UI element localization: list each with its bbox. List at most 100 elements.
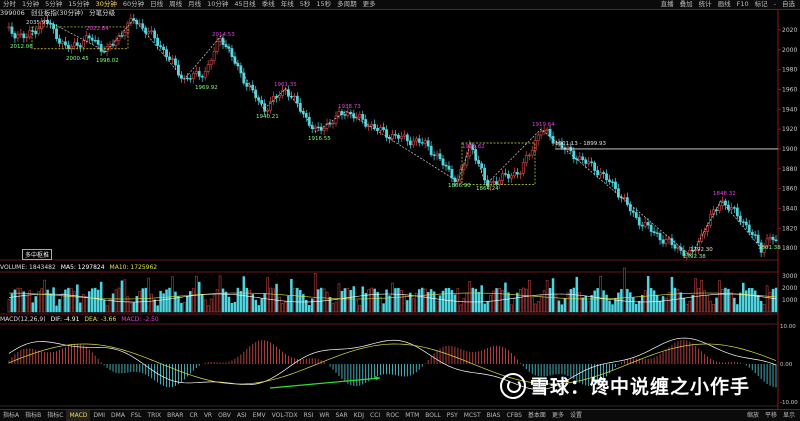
macd-value: MACD: -2.50	[121, 316, 159, 323]
volume-bar	[480, 285, 483, 313]
timeframe-tab[interactable]: 日线	[147, 0, 166, 9]
indicator-tab[interactable]: TRIX	[144, 410, 164, 421]
indicator-tab[interactable]: 指标A	[0, 410, 22, 421]
indicator-tab[interactable]: ROC	[383, 410, 402, 421]
volume-bar	[765, 285, 769, 313]
volume-bar	[147, 277, 150, 313]
volume-bar	[313, 273, 317, 313]
indicator-tab[interactable]: ASI	[234, 410, 250, 421]
indicator-tab[interactable]: 指标C	[44, 410, 66, 421]
volume-bar	[471, 287, 475, 313]
timeframe-tab[interactable]: 月线	[185, 0, 204, 9]
volume-bar	[762, 303, 766, 313]
bottom-right-button[interactable]: 显示	[780, 410, 798, 421]
indicator-tab[interactable]: DMI	[90, 410, 108, 421]
volume-bar	[37, 291, 40, 313]
candle-body	[721, 200, 724, 206]
macd-tick-label: -10.00	[780, 400, 798, 406]
indicator-tab[interactable]: WR	[316, 410, 332, 421]
indicator-tab[interactable]: BOLL	[422, 410, 443, 421]
timeframe-tab[interactable]: 更多	[360, 0, 379, 9]
timeframe-tab[interactable]: 10分钟	[204, 0, 231, 9]
candle-body	[188, 78, 192, 80]
indicator-tab[interactable]: BRAR	[164, 410, 186, 421]
toolbar-right-button[interactable]: 直播	[658, 0, 677, 9]
indicator-tab[interactable]: CR	[186, 410, 200, 421]
indicator-tab[interactable]: 设置	[567, 410, 585, 421]
indicator-tab[interactable]: VOL-TDX	[269, 410, 301, 421]
bottom-right-button[interactable]: 缩放	[744, 410, 762, 421]
toolbar-right-button[interactable]: 自选	[779, 0, 798, 9]
toolbar-right-button[interactable]: F10	[734, 0, 752, 9]
indicator-tab[interactable]: RSI	[301, 410, 317, 421]
volume-bar	[281, 303, 284, 313]
timeframe-tab[interactable]: 15分钟	[65, 0, 92, 9]
timeframe-tab[interactable]: 分时	[0, 0, 19, 9]
timeframe-tab[interactable]: 1分钟	[19, 0, 42, 9]
timeframe-tab[interactable]: 30分钟	[93, 0, 120, 9]
bottom-right-button[interactable]: 平移	[762, 410, 780, 421]
volume-tick-label: 2000	[782, 285, 797, 292]
indicator-tab[interactable]: MCST	[461, 410, 484, 421]
volume-bar	[275, 283, 278, 313]
indicator-tab[interactable]: BIAS	[484, 410, 504, 421]
indicator-tab[interactable]: 更多	[549, 410, 567, 421]
candle-body	[177, 64, 180, 76]
indicator-tab[interactable]: CFBS	[503, 410, 524, 421]
pivot-label: 1919.64	[532, 122, 555, 128]
candle-body	[738, 215, 742, 223]
indicator-tab[interactable]: KDJ	[351, 410, 367, 421]
chart-canvas[interactable]: 2020 2000 1980 1960 1940 1920 1900 1880 1860 1840…	[0, 0, 800, 421]
indicator-tab[interactable]: OBV	[215, 410, 234, 421]
timeframe-tab[interactable]: 15秒	[313, 0, 334, 9]
indicator-tab[interactable]: DMA	[108, 410, 128, 421]
indicator-tab[interactable]: FSL	[128, 410, 145, 421]
timeframe-tab[interactable]: 60分钟	[120, 0, 147, 9]
candle-body	[507, 173, 510, 179]
volume-bar	[245, 287, 249, 313]
candle-body	[361, 114, 365, 120]
macd-tick-label: 0.00	[780, 362, 793, 368]
candle-body	[545, 129, 549, 131]
toolbar-right-button[interactable]: 画线	[715, 0, 734, 9]
indicator-tab[interactable]: 基本面	[525, 410, 549, 421]
indicator-tab[interactable]: PSY	[444, 410, 461, 421]
candle-body	[753, 234, 757, 236]
indicator-tab[interactable]: EMV	[250, 410, 269, 421]
timeframe-tab[interactable]: 45日线	[231, 0, 258, 9]
volume-bar	[248, 289, 252, 313]
timeframe-tab[interactable]: 周线	[166, 0, 185, 9]
candle-body	[727, 204, 730, 210]
toolbar-right-button[interactable]: -	[771, 0, 779, 9]
indicator-tab[interactable]: SAR	[332, 410, 350, 421]
volume-bar	[724, 287, 727, 313]
toolbar-right-button[interactable]: 叠加	[677, 0, 696, 9]
pivot-label: 1940.21	[256, 114, 279, 120]
indicator-tab[interactable]: VR	[201, 410, 215, 421]
volume-bar	[774, 287, 778, 313]
volume-bar	[236, 287, 240, 313]
indicator-tab[interactable]: CCI	[367, 410, 383, 421]
indicator-tab[interactable]: 指标B	[22, 410, 44, 421]
timeframe-tab[interactable]: 季线	[259, 0, 278, 9]
indicator-tab[interactable]: MTM	[402, 410, 422, 421]
candle-body	[99, 44, 103, 52]
candle-body	[209, 60, 213, 66]
timeframe-tab[interactable]: 5秒	[297, 0, 314, 9]
toolbar-right-button[interactable]: 统计	[696, 0, 715, 9]
indicator-tab[interactable]: MACD	[66, 410, 91, 421]
candle-body	[322, 127, 326, 131]
toolbar-right-button[interactable]: 标记	[752, 0, 771, 9]
candle-body	[400, 135, 403, 139]
timeframe-tab[interactable]: 多周期	[334, 0, 360, 9]
candle-body	[191, 73, 195, 80]
timeframe-tab[interactable]: 5分钟	[42, 0, 65, 9]
volume-bar	[691, 294, 695, 313]
volume-bar	[456, 288, 460, 313]
timeframe-tab[interactable]: 年线	[278, 0, 297, 9]
candle-body	[530, 150, 534, 156]
candle-body	[614, 181, 617, 190]
volume-tick-label: 1000	[782, 297, 797, 304]
candle-body	[658, 233, 662, 241]
volume-bar	[162, 293, 165, 313]
